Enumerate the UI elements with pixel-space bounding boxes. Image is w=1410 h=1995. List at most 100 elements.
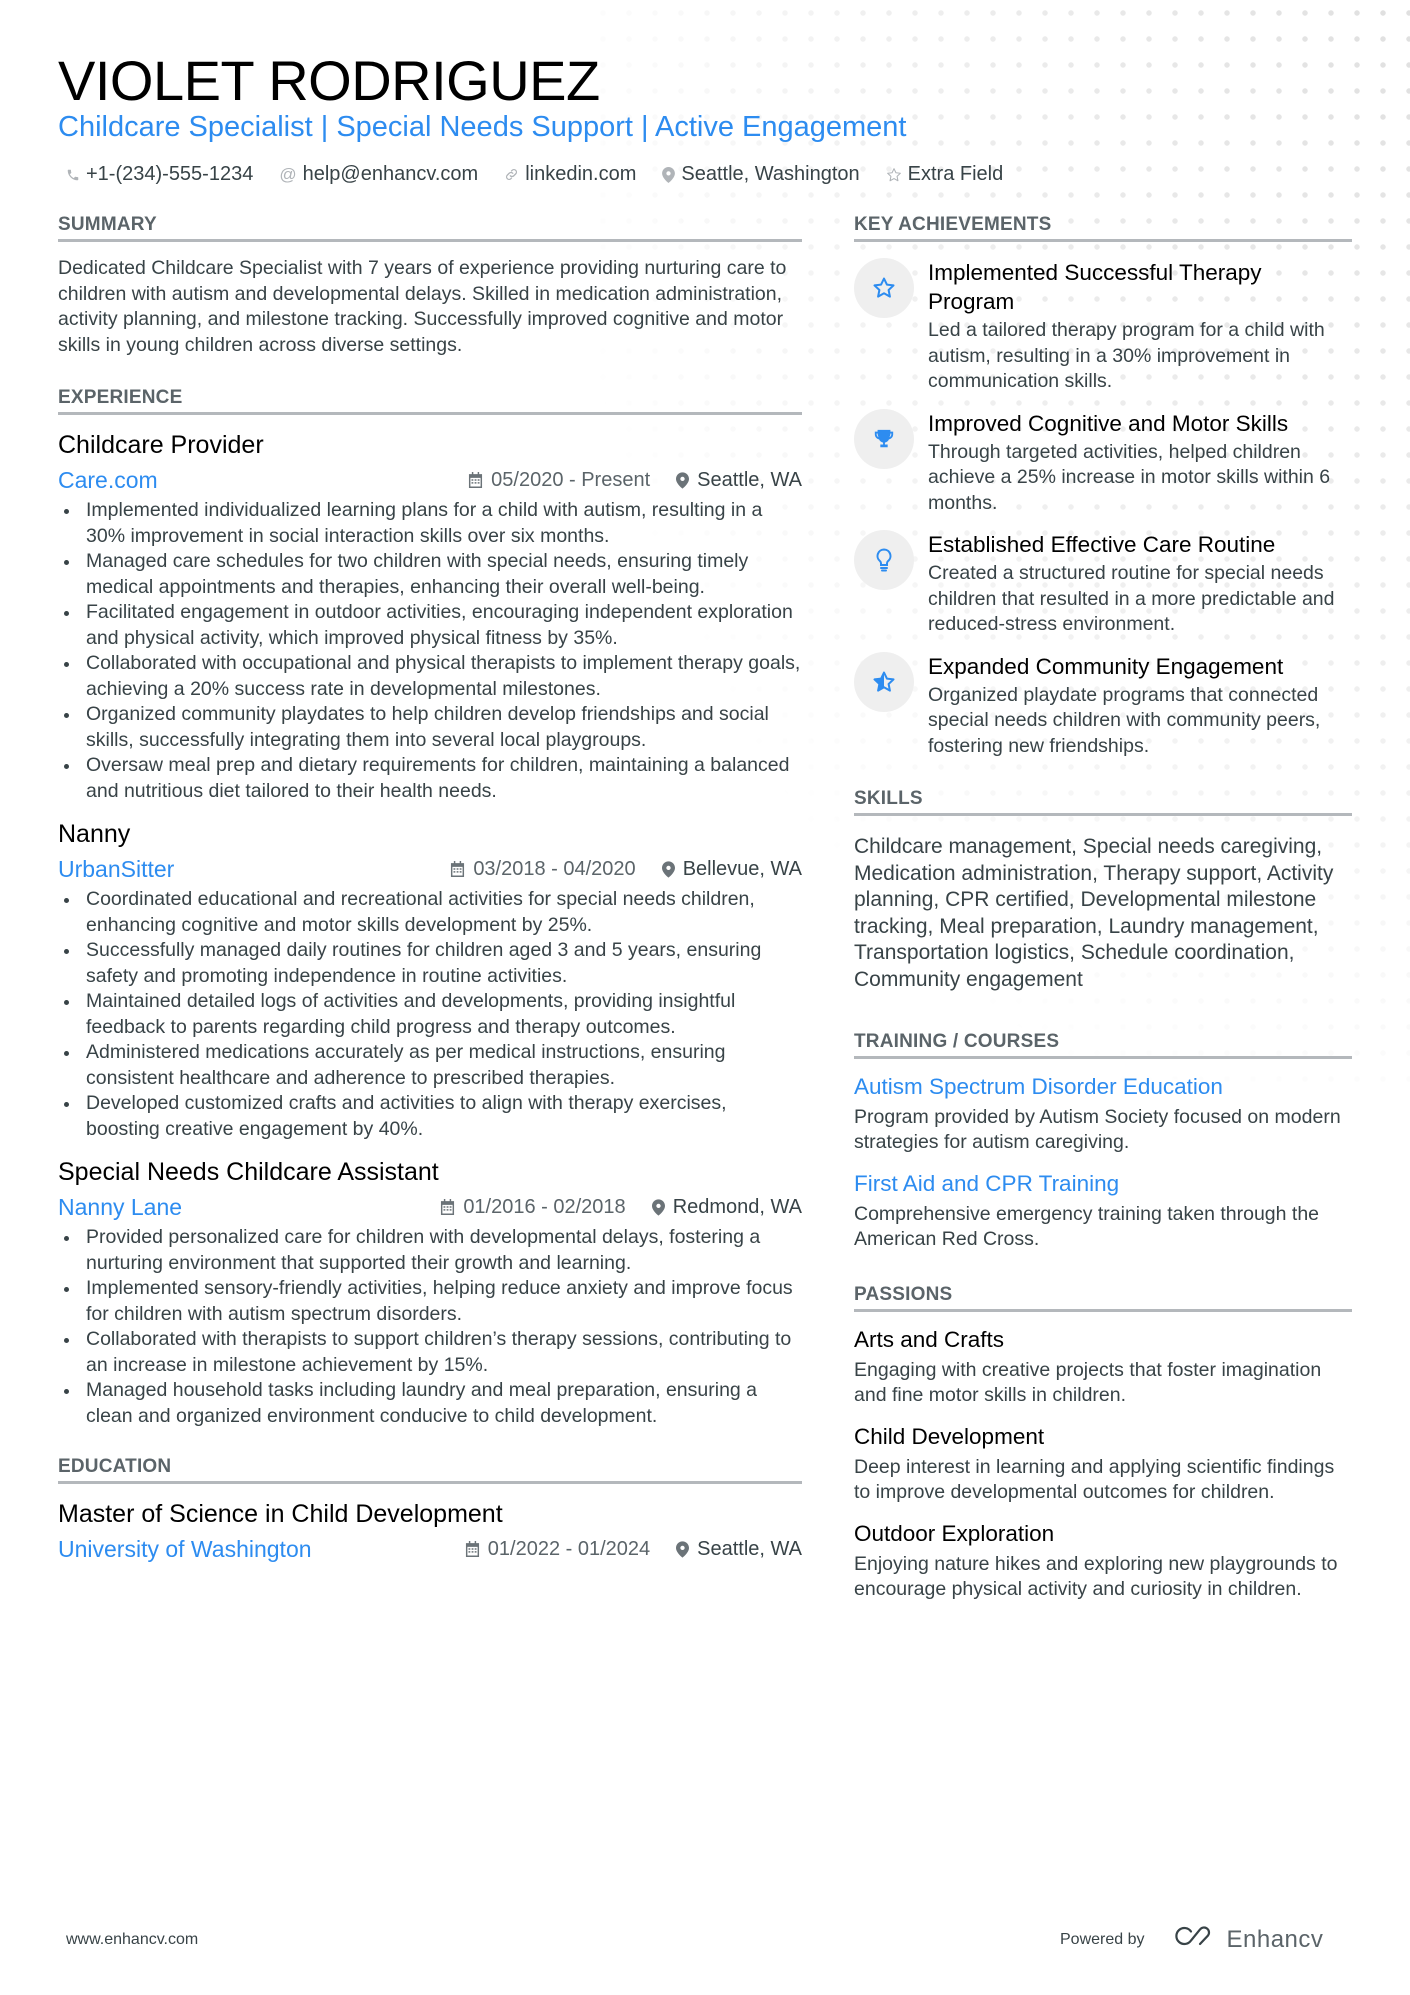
- job-title: Special Needs Childcare Assistant: [58, 1158, 439, 1186]
- achievement-item: Expanded Community Engagement Organized …: [854, 651, 1352, 760]
- bullet-item: Collaborated with therapists to support …: [58, 1327, 802, 1378]
- contact-phone[interactable]: +1-(234)-555-1234: [66, 163, 253, 186]
- at-icon: @: [279, 164, 297, 184]
- location-icon: [662, 166, 676, 183]
- bullet-item: Implemented individualized learning plan…: [58, 498, 802, 549]
- training-title[interactable]: Autism Spectrum Disorder Education: [854, 1073, 1352, 1101]
- job-title: Childcare Provider: [58, 431, 264, 459]
- passion-desc: Deep interest in learning and applying s…: [854, 1455, 1335, 1504]
- calendar-icon: [440, 1199, 455, 1215]
- training-title[interactable]: First Aid and CPR Training: [854, 1170, 1352, 1198]
- company-name[interactable]: Nanny Lane: [58, 1194, 182, 1221]
- company-name[interactable]: Care.com: [58, 467, 158, 494]
- location-icon: [676, 471, 690, 489]
- education-heading: EDUCATION: [58, 1455, 802, 1484]
- passions-section: PASSIONS Arts and Crafts Engaging with c…: [854, 1283, 1352, 1603]
- job-bullets: Implemented individualized learning plan…: [58, 498, 802, 804]
- experience-entry: Special Needs Childcare Assistant Nanny …: [58, 1156, 802, 1429]
- contact-linkedin-text: linkedin.com: [525, 163, 637, 185]
- achievements-section: KEY ACHIEVEMENTS Implemented Successful …: [854, 213, 1352, 759]
- bullet-item: Developed customized crafts and activiti…: [58, 1091, 802, 1142]
- job-bullets: Provided personalized care for children …: [58, 1225, 802, 1429]
- achievement-title: Expanded Community Engagement: [928, 653, 1284, 679]
- job-dates: 05/2020 - Present: [468, 469, 650, 492]
- job-bullets: Coordinated educational and recreational…: [58, 887, 802, 1142]
- contact-email[interactable]: @ help@enhancv.com: [279, 163, 478, 186]
- bullet-item: Provided personalized care for children …: [58, 1225, 802, 1276]
- skills-heading: SKILLS: [854, 787, 1352, 816]
- left-column: SUMMARY Dedicated Childcare Specialist w…: [58, 213, 802, 1564]
- education-location: Seattle, WA: [676, 1538, 802, 1561]
- passions-heading: PASSIONS: [854, 1283, 1352, 1312]
- bullet-item: Facilitated engagement in outdoor activi…: [58, 600, 802, 651]
- summary-section: SUMMARY Dedicated Childcare Specialist w…: [58, 213, 802, 358]
- company-name[interactable]: UrbanSitter: [58, 856, 174, 883]
- contact-extra-text: Extra Field: [907, 163, 1004, 185]
- trophy-icon: [854, 408, 914, 469]
- star-icon: [886, 167, 902, 183]
- phone-icon: [66, 168, 80, 182]
- contact-phone-text: +1-(234)-555-1234: [86, 163, 254, 185]
- calendar-icon: [450, 861, 465, 877]
- degree-title: Master of Science in Child Development: [58, 1500, 503, 1528]
- job-location: Seattle, WA: [676, 469, 802, 492]
- passion-title: Child Development: [854, 1423, 1045, 1449]
- star-half-icon: [854, 651, 914, 712]
- training-heading: TRAINING / COURSES: [854, 1030, 1352, 1059]
- bullet-item: Managed household tasks including laundr…: [58, 1378, 802, 1429]
- bullet-item: Successfully managed daily routines for …: [58, 938, 802, 989]
- bullet-item: Collaborated with occupational and physi…: [58, 651, 802, 702]
- candidate-tagline: Childcare Specialist | Special Needs Sup…: [58, 111, 907, 143]
- education-section: EDUCATION Master of Science in Child Dev…: [58, 1455, 802, 1564]
- link-icon: [504, 167, 519, 182]
- bullet-item: Administered medications accurately as p…: [58, 1040, 802, 1091]
- job-meta: Care.com 05/2020 - Present Seattle, WA: [58, 465, 802, 495]
- candidate-name: VIOLET RODRIGUEZ: [58, 49, 600, 112]
- passion-desc: Engaging with creative projects that fos…: [854, 1358, 1322, 1407]
- star-outline-icon: [854, 258, 914, 318]
- achievement-item: Improved Cognitive and Motor Skills Thro…: [854, 408, 1352, 517]
- training-desc: Program provided by Autism Society focus…: [854, 1105, 1341, 1154]
- achievement-title: Improved Cognitive and Motor Skills: [928, 410, 1289, 436]
- footer-website[interactable]: www.enhancv.com: [66, 1931, 198, 1949]
- brand-logo[interactable]: Enhancv: [1173, 1924, 1324, 1955]
- passion-title: Arts and Crafts: [854, 1326, 1005, 1352]
- experience-section: EXPERIENCE Childcare Provider Care.com 0…: [58, 386, 802, 1429]
- training-desc: Comprehensive emergency training taken t…: [854, 1202, 1320, 1251]
- bullet-item: Maintained detailed logs of activities a…: [58, 989, 802, 1040]
- passion-title: Outdoor Exploration: [854, 1520, 1055, 1546]
- school-name[interactable]: University of Washington: [58, 1536, 312, 1563]
- bullet-item: Coordinated educational and recreational…: [58, 887, 802, 938]
- job-dates: 03/2018 - 04/2020: [450, 858, 636, 881]
- enhancv-logo-icon: [1173, 1924, 1219, 1955]
- experience-entry: Childcare Provider Care.com 05/2020 - Pr…: [58, 429, 802, 804]
- powered-by-label: Powered by: [1060, 1930, 1145, 1948]
- achievement-item: Established Effective Care Routine Creat…: [854, 530, 1352, 638]
- job-meta: Nanny Lane 01/2016 - 02/2018 Redmond, WA: [58, 1192, 802, 1222]
- education-meta: University of Washington 01/2022 - 01/20…: [58, 1534, 802, 1564]
- contact-location-text: Seattle, Washington: [681, 163, 860, 185]
- job-dates: 01/2016 - 02/2018: [440, 1196, 626, 1219]
- job-location: Redmond, WA: [651, 1196, 802, 1219]
- passion-item: Child Development Deep interest in learn…: [854, 1423, 1352, 1506]
- bullet-item: Implemented sensory-friendly activities,…: [58, 1276, 802, 1327]
- bullet-item: Organized community playdates to help ch…: [58, 702, 802, 753]
- training-item: First Aid and CPR Training Comprehensive…: [854, 1170, 1352, 1253]
- footer-branding: Powered by Enhancv: [1060, 1924, 1323, 1955]
- bullet-item: Managed care schedules for two children …: [58, 549, 802, 600]
- contact-linkedin[interactable]: linkedin.com: [504, 163, 636, 186]
- skills-text: Childcare management, Special needs care…: [854, 835, 1334, 991]
- location-icon: [661, 860, 675, 878]
- calendar-icon: [465, 1541, 480, 1557]
- training-section: TRAINING / COURSES Autism Spectrum Disor…: [854, 1030, 1352, 1253]
- training-item: Autism Spectrum Disorder Education Progr…: [854, 1073, 1352, 1156]
- location-icon: [676, 1540, 690, 1558]
- calendar-icon: [468, 472, 483, 488]
- summary-text: Dedicated Childcare Specialist with 7 ye…: [58, 257, 787, 356]
- experience-heading: EXPERIENCE: [58, 386, 802, 415]
- job-location: Bellevue, WA: [661, 858, 802, 881]
- achievement-desc: Led a tailored therapy program for a chi…: [928, 319, 1325, 392]
- passion-desc: Enjoying nature hikes and exploring new …: [854, 1552, 1338, 1601]
- location-icon: [651, 1198, 665, 1216]
- lightbulb-icon: [854, 530, 914, 590]
